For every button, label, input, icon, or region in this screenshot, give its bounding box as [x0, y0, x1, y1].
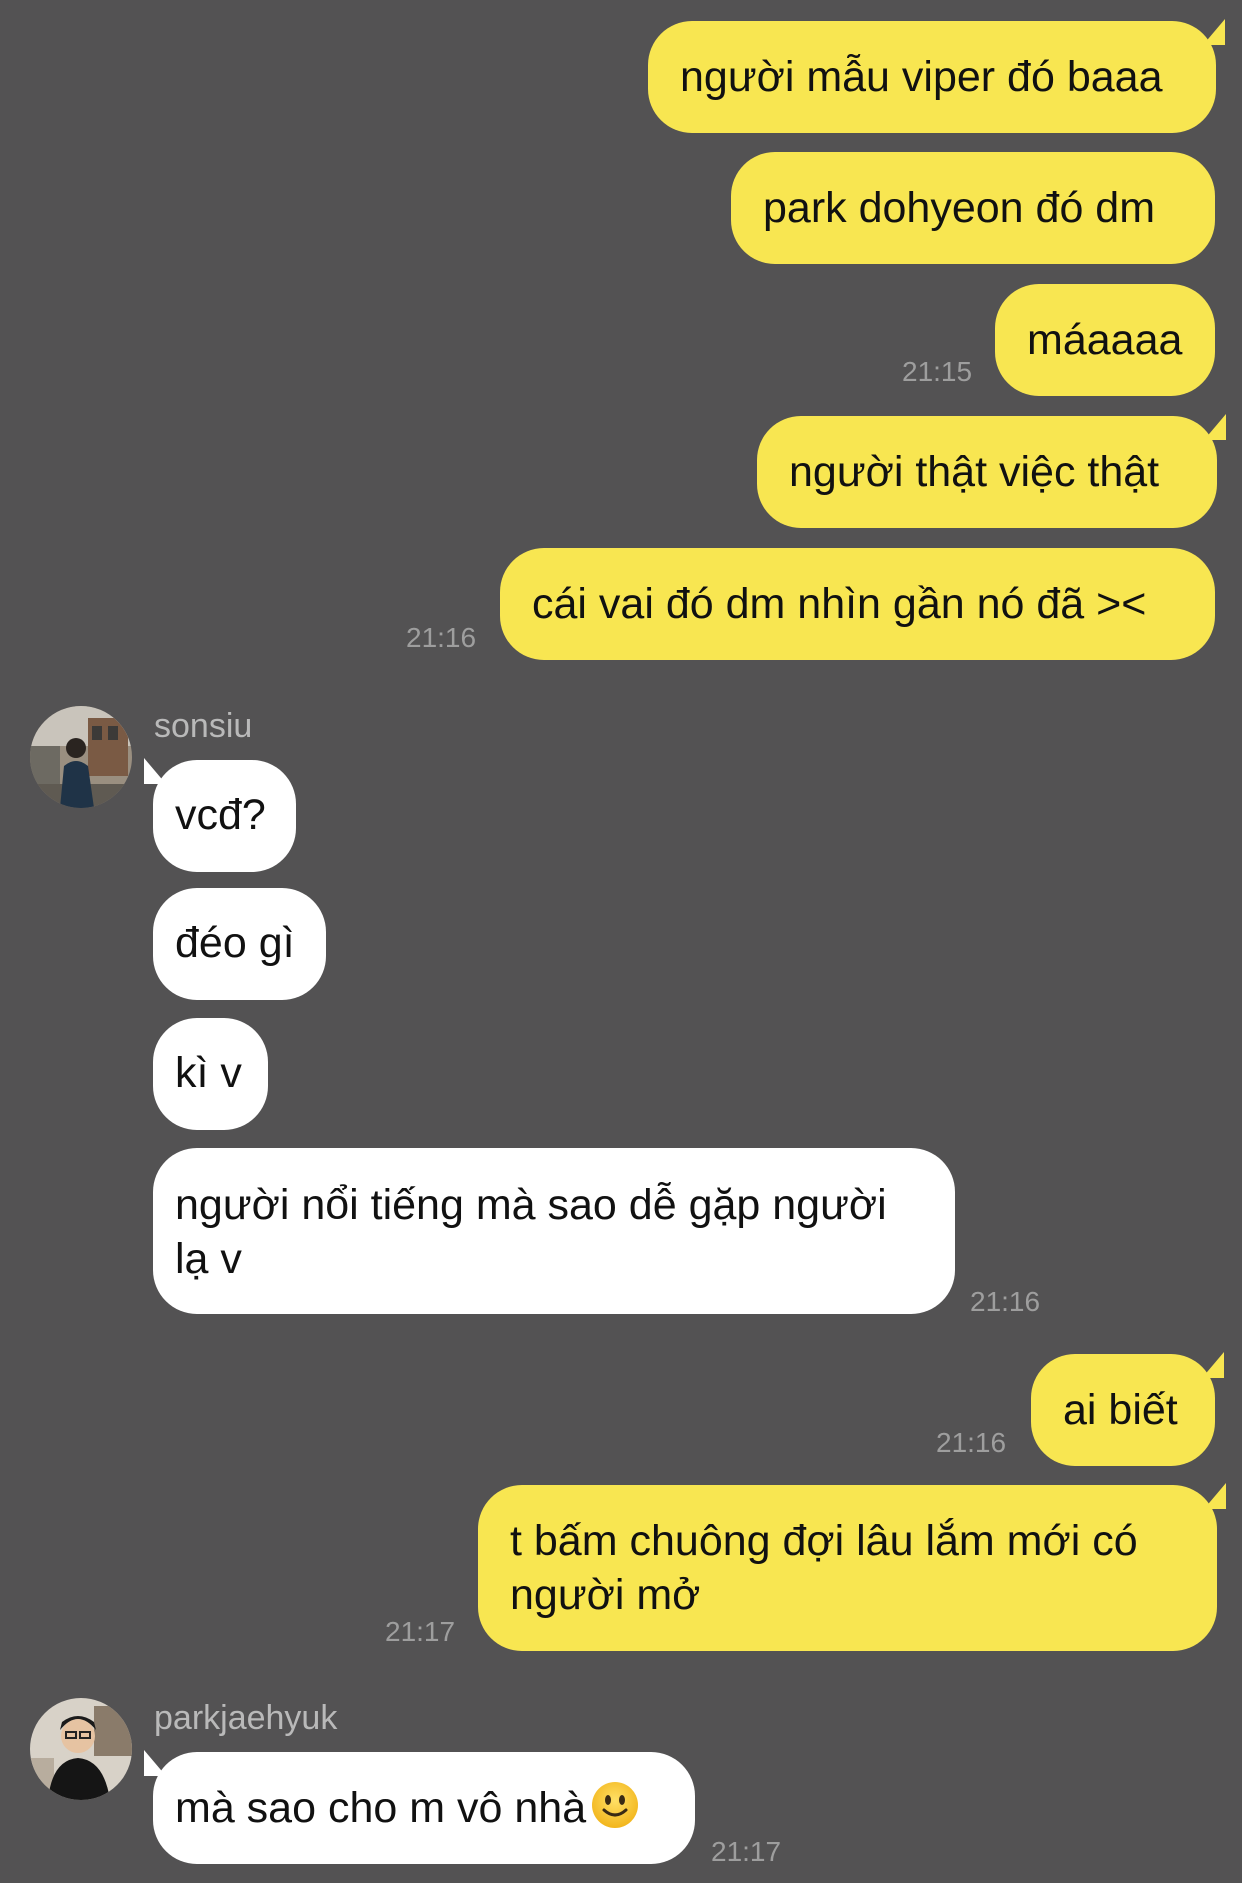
incoming-message[interactable]: đéo gì	[153, 888, 326, 1000]
message-timestamp: 21:15	[902, 356, 973, 387]
bubble-tail	[1202, 1352, 1224, 1378]
outgoing-message[interactable]: park dohyeon đó dm	[731, 152, 1215, 264]
message-text: kì v	[175, 1049, 242, 1097]
message-text: vcđ?	[175, 791, 266, 839]
sender-name: parkjaehyuk	[154, 1699, 338, 1737]
message-timestamp: 21:17	[385, 1616, 456, 1647]
message-timestamp: 21:16	[970, 1286, 1041, 1317]
sender-name: sonsiu	[154, 707, 253, 745]
bubble-tail	[144, 758, 166, 784]
message-text: cái vai đó dm nhìn gần nó đã ><	[532, 580, 1147, 628]
user-avatar-photo-icon	[30, 706, 132, 808]
outgoing-message[interactable]: người mẫu viper đó baaa	[648, 19, 1225, 133]
message-text: t bấm chuông đợi lâu lắm mới có người mở	[510, 1517, 1138, 1619]
message-text: đéo gì	[175, 919, 295, 967]
incoming-message[interactable]: người nổi tiếng mà sao dễ gặp người lạ v	[153, 1148, 955, 1314]
bubble-tail	[1204, 1483, 1226, 1509]
message-timestamp: 21:17	[711, 1836, 782, 1867]
message-text: mà sao cho m vô nhà	[175, 1784, 587, 1832]
user-avatar-photo-icon	[30, 1698, 132, 1800]
message-text: ai biết	[1063, 1386, 1178, 1434]
message-timestamp: 21:16	[406, 622, 477, 653]
bubble-tail	[144, 1750, 166, 1776]
message-text: người mẫu viper đó baaa	[680, 53, 1163, 101]
message-text: máaaaa	[1027, 316, 1183, 364]
bubble-tail	[1204, 414, 1226, 440]
incoming-message[interactable]: mà sao cho m vô nhà	[144, 1750, 695, 1864]
message-timestamp: 21:16	[936, 1427, 1007, 1458]
outgoing-message[interactable]: máaaaa	[995, 284, 1215, 396]
outgoing-message[interactable]: ai biết	[1031, 1352, 1224, 1466]
contact-avatar[interactable]	[30, 1698, 132, 1800]
message-text: người nổi tiếng mà sao dễ gặp người lạ v	[175, 1181, 887, 1283]
outgoing-message[interactable]: t bấm chuông đợi lâu lắm mới có người mở	[478, 1483, 1226, 1651]
message-text: người thật việc thật	[789, 448, 1160, 496]
outgoing-message[interactable]: cái vai đó dm nhìn gần nó đã ><	[500, 548, 1215, 660]
incoming-message[interactable]: vcđ?	[144, 758, 296, 872]
slightly-smiling-face-icon	[590, 1780, 640, 1830]
outgoing-message[interactable]: người thật việc thật	[757, 414, 1226, 528]
message-text: park dohyeon đó dm	[763, 184, 1156, 232]
bubble-tail	[1203, 19, 1225, 45]
contact-avatar[interactable]	[30, 706, 132, 808]
incoming-message[interactable]: kì v	[153, 1018, 268, 1130]
